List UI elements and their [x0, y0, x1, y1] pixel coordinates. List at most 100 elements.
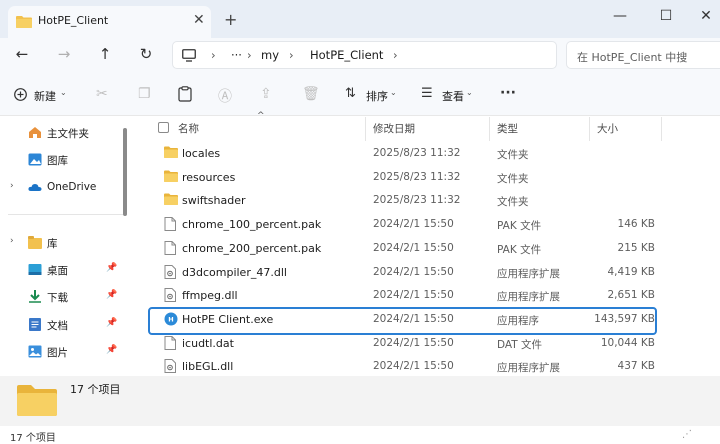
column-modified[interactable]: 修改日期 [373, 121, 415, 136]
sidebar-item-home[interactable]: 主文件夹 [0, 121, 127, 145]
file-row[interactable]: resources 2025/8/23 11:32 文件夹 [149, 166, 665, 190]
column-size[interactable]: 大小 [597, 121, 618, 136]
divider [8, 214, 123, 215]
file-name: locales [182, 147, 221, 160]
view-button[interactable]: ☰ 查看 ⌄ [418, 80, 478, 108]
breadcrumb-hotpe-client[interactable]: HotPE_Client [310, 48, 383, 62]
file-row[interactable]: chrome_200_percent.pak 2024/2/1 15:50 PAK … [149, 237, 665, 261]
refresh-button[interactable]: ↻ [134, 42, 158, 66]
file-icon [164, 240, 176, 258]
file-name: d3dcompiler_47.dll [182, 265, 287, 279]
sidebar-item-library[interactable]: › 库 [0, 231, 127, 255]
sidebar-item-label: 库 [47, 238, 58, 250]
file-size: 2,651 KB [607, 289, 656, 302]
file-type: 应用程序扩展 [497, 267, 560, 280]
column-header-row: ^ 名称 修改日期 类型 大小 [149, 111, 720, 141]
file-row[interactable]: locales 2025/8/23 11:32 文件夹 [149, 142, 665, 166]
sidebar-item-documents[interactable]: 文档 📌 [0, 313, 127, 337]
back-button[interactable]: ← [10, 42, 34, 66]
file-icon [164, 335, 176, 353]
sort-button[interactable]: ⇅ 排序 ⌄ [342, 80, 402, 108]
file-list-scrollbar[interactable] [714, 117, 720, 376]
file-row[interactable]: icudtl.dat 2024/2/1 15:50 DAT 文件 10,044 KB [149, 332, 665, 356]
dll-file-icon [164, 359, 176, 376]
chevron-right-icon[interactable]: › [10, 181, 14, 191]
file-name: chrome_200_percent.pak [182, 241, 322, 255]
sort-label: 排序 [366, 90, 388, 103]
document-icon [29, 318, 41, 331]
details-item-count: 17 个项目 [70, 383, 121, 396]
file-type: DAT 文件 [497, 338, 543, 351]
file-type: PAK 文件 [497, 243, 542, 256]
delete-icon[interactable]: 🗑 [302, 86, 320, 102]
divider[interactable] [489, 117, 490, 141]
pin-icon[interactable]: 📌 [106, 290, 117, 300]
cut-icon[interactable]: ✂ [96, 86, 108, 102]
file-type: 文件夹 [497, 149, 529, 161]
chevron-right-icon[interactable]: › [10, 236, 14, 246]
file-modified: 2024/2/1 15:50 [373, 265, 454, 278]
file-type: 文件夹 [497, 172, 529, 185]
breadcrumb-more[interactable]: ··· [231, 48, 242, 62]
file-name: swiftshader [182, 194, 246, 208]
file-row[interactable]: ffmpeg.dll 2024/2/1 15:50 应用程序扩展 2,651 KB [149, 284, 665, 308]
tab-close-button[interactable]: ✕ [193, 12, 205, 28]
address-bar[interactable]: › ··· › my › HotPE_Client › [172, 41, 557, 69]
file-row[interactable]: chrome_100_percent.pak 2024/2/1 15:50 PAK … [149, 213, 665, 237]
resize-grip-icon[interactable]: ⋰ [682, 429, 692, 440]
tab-title: HotPE_Client [38, 14, 109, 27]
file-row[interactable]: swiftshader 2025/8/23 11:32 文件夹 [149, 189, 665, 213]
sidebar-item-pictures[interactable]: 图片 📌 [0, 340, 127, 364]
close-window-button[interactable]: ✕ [692, 4, 720, 28]
divider[interactable] [365, 117, 366, 141]
sidebar-item-downloads[interactable]: 下载 📌 [0, 285, 127, 309]
share-icon[interactable]: ⇪ [260, 86, 272, 102]
folder-icon [164, 170, 178, 185]
sidebar-item-gallery[interactable]: 图库 [0, 148, 127, 172]
file-name: resources [182, 170, 236, 184]
file-modified: 2025/8/23 11:32 [373, 170, 461, 183]
pin-icon[interactable]: 📌 [106, 345, 117, 355]
column-type[interactable]: 类型 [497, 121, 518, 136]
more-options-button[interactable]: ··· [500, 85, 516, 101]
file-size: 215 KB [617, 241, 655, 254]
divider[interactable] [589, 117, 590, 141]
nav-scrollbar[interactable] [123, 128, 127, 216]
file-row[interactable]: d3dcompiler_47.dll 2024/2/1 15:50 应用程序扩展 4,… [149, 261, 665, 285]
sidebar-item-onedrive[interactable]: › OneDrive [0, 176, 127, 200]
gallery-icon [28, 153, 42, 166]
chevron-down-icon: ⌄ [60, 88, 67, 97]
search-placeholder: 在 HotPE_Client 中搜 [577, 51, 688, 64]
select-all-checkbox[interactable] [158, 122, 169, 133]
breadcrumb-my[interactable]: my [261, 48, 279, 62]
rename-icon[interactable]: Ⓐ [218, 86, 232, 106]
selection-highlight [148, 307, 657, 335]
maximize-button[interactable]: ☐ [652, 4, 680, 28]
tab-hotpe-client[interactable]: HotPE_Client ✕ [8, 6, 211, 38]
pictures-icon [28, 345, 42, 358]
divider[interactable] [661, 117, 662, 141]
minimize-button[interactable]: — [606, 4, 634, 28]
up-button[interactable]: ↑ [93, 42, 117, 66]
forward-button[interactable]: → [52, 42, 76, 66]
column-name[interactable]: 名称 [178, 121, 199, 136]
home-icon [29, 127, 41, 138]
file-type: 应用程序扩展 [497, 362, 560, 375]
sidebar-item-desktop[interactable]: 桌面 📌 [0, 258, 127, 282]
new-tab-button[interactable]: + [224, 10, 237, 29]
command-bar: 新建 ⌄ ✂ ❐ Ⓐ ⇪ 🗑 ⇅ 排序 ⌄ ☰ 查看 ⌄ ··· [0, 72, 720, 116]
file-modified: 2024/2/1 15:50 [373, 241, 454, 254]
search-input[interactable]: 在 HotPE_Client 中搜 [566, 41, 720, 69]
pin-icon[interactable]: 📌 [106, 263, 117, 273]
pin-icon[interactable]: 📌 [106, 318, 117, 328]
title-bar: HotPE_Client ✕ + — ☐ ✕ [0, 0, 720, 38]
paste-icon[interactable] [178, 86, 192, 102]
new-button[interactable]: 新建 ⌄ [12, 80, 74, 108]
file-size: 10,044 KB [600, 336, 655, 349]
sidebar-item-label: 图片 [47, 347, 68, 359]
file-modified: 2024/2/1 15:50 [373, 218, 454, 231]
chevron-down-icon: ⌄ [390, 88, 397, 97]
copy-icon[interactable]: ❐ [138, 86, 151, 102]
file-name: icudtl.dat [182, 336, 234, 350]
plus-circle-icon [14, 88, 27, 101]
